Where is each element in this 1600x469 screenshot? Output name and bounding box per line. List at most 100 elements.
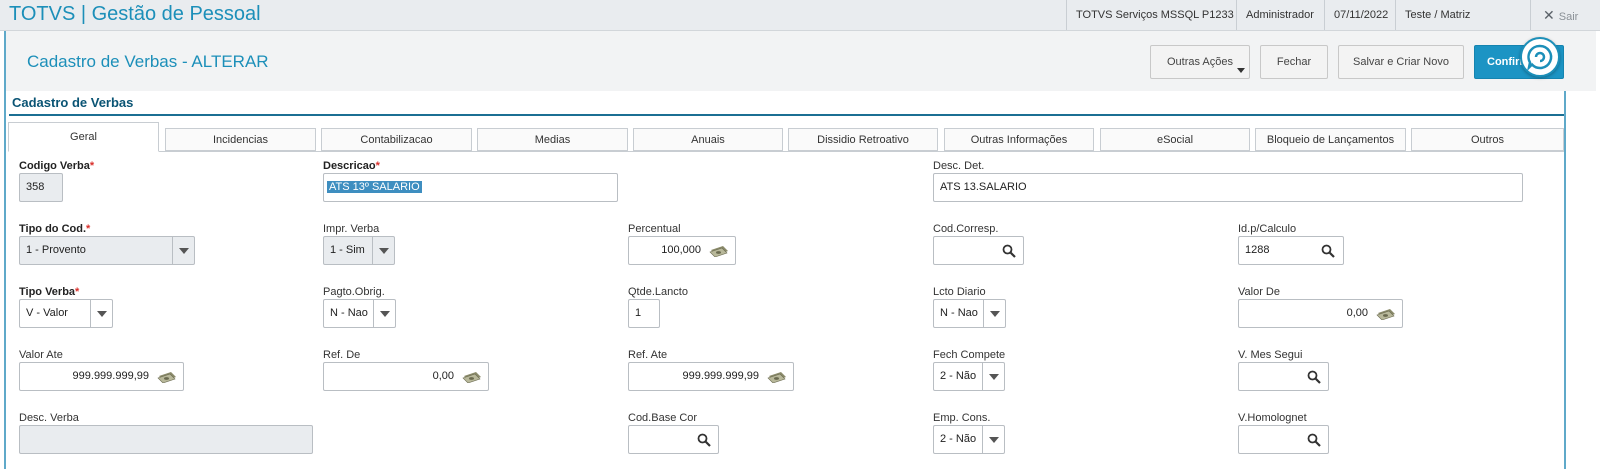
date-info: 07/11/2022: [1324, 0, 1397, 30]
lcto-diario-select[interactable]: N - Nao: [933, 299, 1006, 328]
more-actions-label: Outras Ações: [1166, 56, 1234, 68]
app-title: TOTVS | Gestão de Pessoal: [9, 3, 261, 25]
impr-verba-label: Impr. Verba: [323, 223, 380, 235]
descricao-label: Descricao*: [323, 160, 380, 172]
ref-de-value: 0,00: [432, 370, 454, 382]
search-icon[interactable]: [1307, 433, 1321, 447]
v-homolognet-field[interactable]: [1238, 425, 1329, 454]
ref-ate-label: Ref. Ate: [628, 349, 668, 361]
cod-base-cor-field[interactable]: [628, 425, 719, 454]
desc-det-field[interactable]: ATS 13.SALARIO: [933, 173, 1523, 202]
right-border: [1564, 91, 1566, 469]
percentual-field[interactable]: 100,000: [628, 236, 736, 265]
percentual-label: Percentual: [628, 223, 681, 235]
logout-button[interactable]: ✕ Sair: [1530, 0, 1600, 30]
id-calculo-field[interactable]: 1288: [1238, 236, 1344, 265]
top-bar: TOTVS | Gestão de Pessoal TOTVS Serviços…: [0, 0, 1600, 31]
chevron-down-icon: [372, 237, 394, 264]
tipo-cod-select[interactable]: 1 - Provento: [19, 236, 195, 265]
chevron-down-icon: [982, 426, 1004, 453]
user-info: Administrador: [1236, 0, 1323, 30]
v-mes-segui-label: V. Mes Segui: [1238, 349, 1303, 361]
page-title: Cadastro de Verbas - ALTERAR: [27, 52, 269, 71]
ref-de-field[interactable]: 0,00: [323, 362, 489, 391]
server-info: TOTVS Serviços MSSQL P1233: [1066, 0, 1243, 30]
fech-compete-value: 2 - Não: [940, 370, 977, 382]
id-calculo-label: Id.p/Calculo: [1238, 223, 1297, 235]
assistant-icon[interactable]: [1520, 37, 1560, 77]
money-icon: [462, 372, 481, 383]
tipo-cod-value: 1 - Provento: [26, 244, 86, 256]
section-divider: [9, 114, 1564, 116]
ref-ate-value: 999.999.999,99: [682, 370, 759, 382]
tab-bloqueio-lancamentos[interactable]: Bloqueio de Lançamentos: [1255, 128, 1406, 151]
search-icon[interactable]: [697, 433, 711, 447]
ref-ate-field[interactable]: 999.999.999,99: [628, 362, 794, 391]
valor-de-field[interactable]: 0,00: [1238, 299, 1403, 328]
v-homolognet-label: V.Homolognet: [1238, 412, 1307, 424]
tab-anuais[interactable]: Anuais: [633, 128, 783, 151]
tab-geral[interactable]: Geral: [8, 122, 159, 152]
qtde-lancto-label: Qtde.Lancto: [628, 286, 688, 298]
valor-ate-value: 999.999.999,99: [72, 370, 149, 382]
company-info[interactable]: Teste / Matriz: [1395, 0, 1479, 30]
money-icon: [709, 246, 728, 257]
money-icon: [1376, 309, 1395, 320]
chevron-down-icon: [982, 363, 1004, 390]
more-actions-button[interactable]: Outras Ações: [1150, 45, 1250, 79]
impr-verba-value: 1 - Sim: [330, 244, 365, 256]
qtde-lancto-field[interactable]: 1: [628, 299, 660, 328]
valor-de-label: Valor De: [1238, 286, 1280, 298]
valor-ate-field[interactable]: 999.999.999,99: [19, 362, 184, 391]
chevron-down-icon: [172, 237, 194, 264]
tab-outras-informacoes[interactable]: Outras Informações: [944, 128, 1094, 151]
chevron-down-icon: [1237, 68, 1245, 73]
search-icon[interactable]: [1321, 244, 1335, 258]
id-calculo-value: 1288: [1245, 244, 1270, 256]
v-mes-segui-field[interactable]: [1238, 362, 1329, 391]
fech-compete-label: Fech Compete: [933, 349, 1006, 361]
save-and-new-button[interactable]: Salvar e Criar Novo: [1338, 45, 1464, 79]
valor-ate-label: Valor Ate: [19, 349, 63, 361]
tipo-verba-select[interactable]: V - Valor: [19, 299, 113, 328]
emp-cons-label: Emp. Cons.: [933, 412, 991, 424]
close-button[interactable]: Fechar: [1260, 45, 1328, 79]
percentual-value: 100,000: [661, 244, 701, 256]
lcto-diario-label: Lcto Diario: [933, 286, 986, 298]
cod-base-cor-label: Cod.Base Cor: [628, 412, 698, 424]
emp-cons-select[interactable]: 2 - Não: [933, 425, 1005, 454]
tab-incidencias[interactable]: Incidencias: [165, 128, 316, 151]
tab-medias[interactable]: Medias: [477, 128, 628, 151]
pagto-obrig-select[interactable]: N - Nao: [323, 299, 396, 328]
search-icon[interactable]: [1002, 244, 1016, 258]
tab-esocial[interactable]: eSocial: [1100, 128, 1250, 151]
desc-verba-field[interactable]: [19, 425, 313, 454]
descricao-value: ATS 13º SALARIO: [327, 181, 422, 193]
tab-dissidio-retroativo[interactable]: Dissidio Retroativo: [788, 128, 938, 151]
impr-verba-select[interactable]: 1 - Sim: [323, 236, 395, 265]
money-icon: [157, 372, 176, 383]
ref-de-label: Ref. De: [323, 349, 361, 361]
cod-corresp-field[interactable]: [933, 236, 1024, 265]
money-icon: [767, 372, 786, 383]
search-icon[interactable]: [1307, 370, 1321, 384]
pagto-obrig-label: Pagto.Obrig.: [323, 286, 385, 298]
close-icon: ✕: [1543, 7, 1555, 23]
tipo-verba-value: V - Valor: [26, 307, 68, 319]
descricao-field[interactable]: ATS 13º SALARIO: [323, 173, 618, 202]
section-title: Cadastro de Verbas: [12, 95, 134, 110]
desc-det-label: Desc. Det.: [933, 160, 985, 172]
tipo-cod-label: Tipo do Cod.*: [19, 223, 91, 235]
valor-de-value: 0,00: [1346, 307, 1368, 319]
cod-corresp-label: Cod.Corresp.: [933, 223, 999, 235]
fech-compete-select[interactable]: 2 - Não: [933, 362, 1005, 391]
tab-contabilizacao[interactable]: Contabilizacao: [321, 128, 472, 151]
left-border: [4, 91, 6, 469]
tipo-verba-label: Tipo Verba*: [19, 286, 80, 298]
codigo-verba-field[interactable]: 358: [19, 173, 63, 202]
tab-outros[interactable]: Outros: [1411, 128, 1564, 151]
emp-cons-value: 2 - Não: [940, 433, 977, 445]
codigo-verba-label: Codigo Verba*: [19, 160, 95, 172]
chevron-down-icon: [983, 300, 1005, 327]
logout-label: Sair: [1558, 11, 1579, 23]
